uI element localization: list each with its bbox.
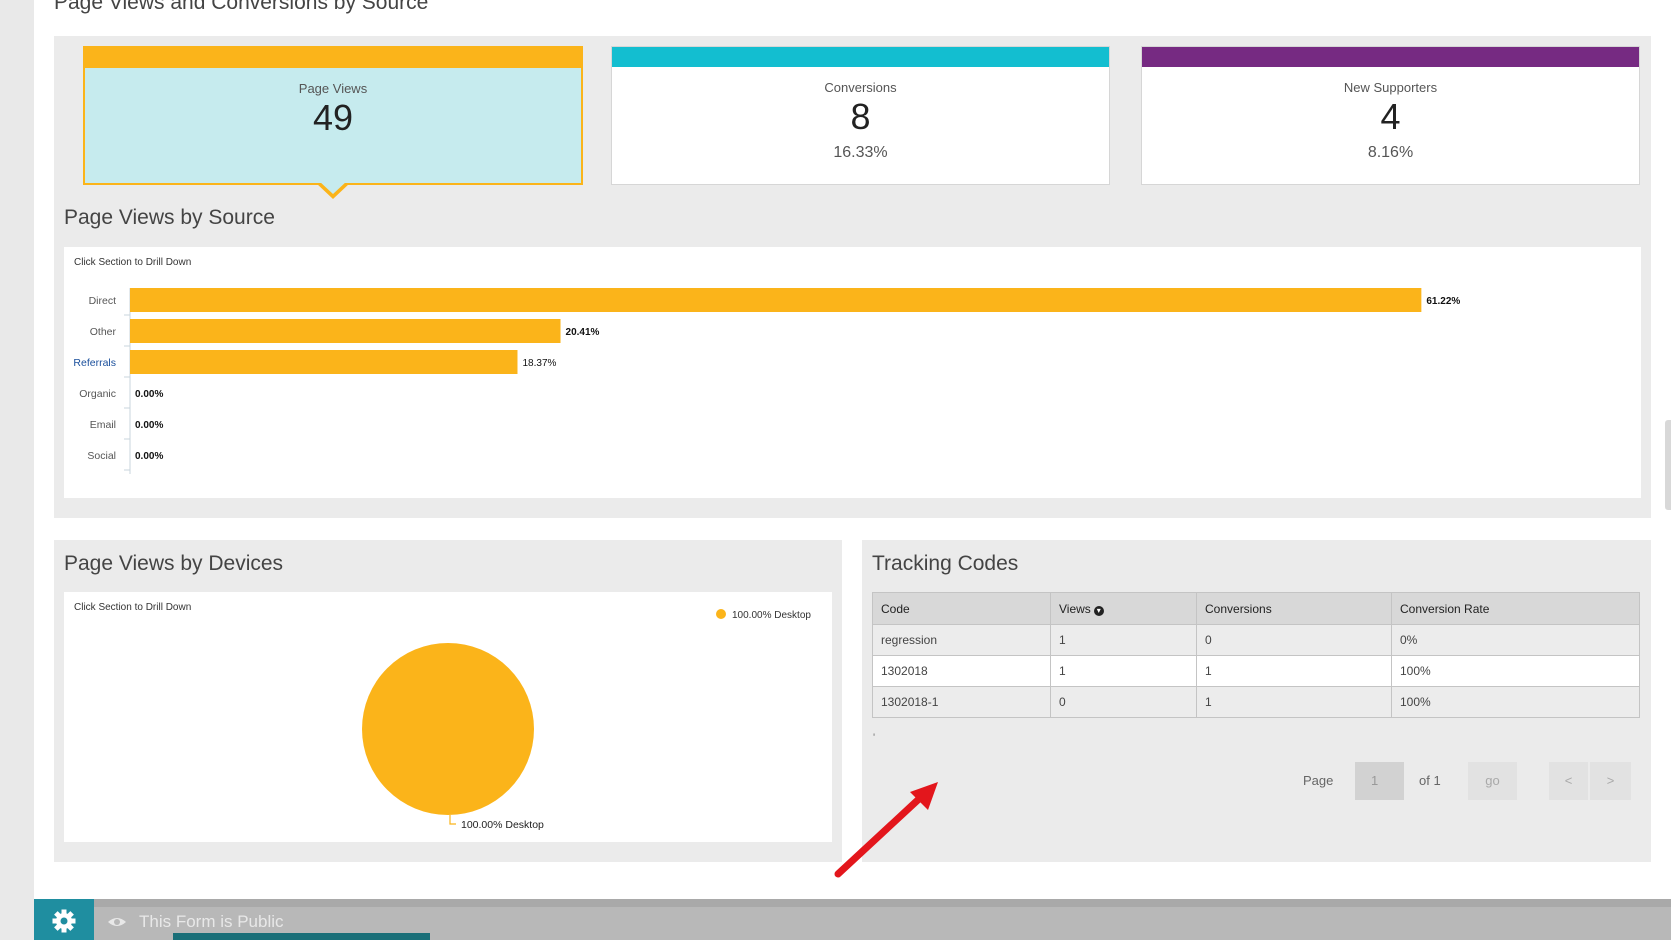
- bar-category-label-email: Email: [90, 419, 116, 431]
- bar-value-label-email: 0.00%: [135, 420, 163, 431]
- devices-chart-title: Page Views by Devices: [64, 552, 284, 575]
- bar-direct: [130, 288, 1422, 312]
- cell-conversion-rate: 100%: [1391, 686, 1640, 718]
- new-supporters-card[interactable]: New Supporters 4 8.16%: [1141, 46, 1640, 185]
- gear-icon: [52, 909, 76, 933]
- col-views-header[interactable]: Views ▾: [1050, 592, 1197, 625]
- col-conversion-rate-label: Conversion Rate: [1400, 601, 1490, 616]
- bar-value-label-organic: 0.00%: [135, 389, 163, 400]
- bar-category-label-direct: Direct: [89, 295, 117, 307]
- tracking-title: Tracking Codes: [872, 552, 1019, 575]
- col-code-header[interactable]: Code: [872, 592, 1051, 625]
- cell-conversions: 1: [1196, 686, 1392, 718]
- conversions-pct: 16.33%: [833, 144, 888, 161]
- col-conversions-label: Conversions: [1205, 601, 1272, 616]
- annotation-arrow: [834, 782, 938, 878]
- scroll-edge-handle[interactable]: [1665, 420, 1671, 510]
- bar-value-label-social: 0.00%: [135, 451, 163, 462]
- bar-value-label-direct: 61.22%: [1426, 296, 1460, 307]
- devices-drill-hint: Click Section to Drill Down: [74, 602, 192, 613]
- left-edge-strip: [0, 0, 34, 940]
- table-row[interactable]: 1302018-1 0 1 100%: [872, 686, 1640, 718]
- table-row[interactable]: regression 1 0 0%: [872, 624, 1640, 656]
- cell-conversion-rate: 100%: [1391, 655, 1640, 687]
- new-supporters-value: 4: [1380, 96, 1401, 137]
- conversions-label: Conversions: [824, 80, 897, 95]
- sort-desc-circle-icon[interactable]: ▾: [1093, 605, 1104, 616]
- pie-label-connector: [449, 815, 456, 825]
- tracking-table: Code Views ▾ Conversions Conversion Rate …: [872, 592, 1640, 718]
- new-supporters-color-bar: [1142, 47, 1639, 67]
- page-number-input[interactable]: 1: [1355, 762, 1404, 800]
- col-conversion-rate-header[interactable]: Conversion Rate: [1391, 592, 1640, 625]
- legend-desktop-label: 100.00% Desktop: [732, 610, 811, 621]
- cell-views: 1: [1050, 655, 1197, 687]
- cell-code: 1302018-1: [872, 686, 1051, 718]
- page-of-label: of 1: [1419, 773, 1441, 788]
- col-conversions-header[interactable]: Conversions: [1196, 592, 1392, 625]
- cell-conversion-rate: 0%: [1391, 624, 1640, 656]
- prev-page-button[interactable]: <: [1549, 762, 1588, 800]
- page-views-value: 49: [312, 97, 354, 138]
- bar-referrals: [130, 350, 518, 374]
- table-row[interactable]: 1302018 1 1 100%: [872, 655, 1640, 687]
- tracking-header-row: Code Views ▾ Conversions Conversion Rate: [872, 592, 1640, 625]
- stray-tick-mark: ': [873, 732, 876, 744]
- next-page-button[interactable]: >: [1590, 762, 1631, 800]
- page-label: Page: [1303, 773, 1334, 788]
- devices-panel: Page Views by Devices Click Section to D…: [54, 540, 842, 862]
- go-button[interactable]: go: [1468, 762, 1517, 800]
- devices-chart-box: Click Section to Drill Down 100.00% Desk…: [64, 592, 832, 842]
- cell-code: regression: [872, 624, 1051, 656]
- tracking-panel: Tracking Codes Code Views ▾ Conversions C…: [862, 540, 1651, 862]
- active-card-pointer: [316, 181, 350, 199]
- col-views-label: Views: [1059, 601, 1091, 616]
- bar-value-label-referrals: 18.37%: [522, 358, 556, 369]
- devices-pie-chart[interactable]: 100.00% Desktop 100.00% Desktop: [64, 592, 832, 842]
- bar-other: [130, 319, 561, 343]
- source-chart-title: Page Views by Source: [64, 206, 275, 229]
- cell-views: 1: [1050, 624, 1197, 656]
- bar-category-label-social: Social: [87, 450, 116, 462]
- bar-category-label-organic: Organic: [79, 388, 116, 400]
- page-views-card[interactable]: Page Views 49: [83, 46, 583, 199]
- footer-accent-bar: [173, 933, 430, 940]
- bar-category-label-referrals: Referrals: [73, 357, 116, 369]
- new-supporters-pct: 8.16%: [1367, 144, 1414, 161]
- form-public-status: This Form is Public: [139, 912, 284, 931]
- page-views-color-bar: [85, 48, 581, 68]
- new-supporters-label: New Supporters: [1343, 80, 1438, 95]
- page-views-label: Page Views: [298, 81, 368, 96]
- pie-slice-label: 100.00% Desktop: [461, 819, 544, 831]
- bar-value-label-other: 20.41%: [566, 327, 600, 338]
- source-chart-box: Click Section to Drill Down Direct 61.22%…: [64, 247, 1641, 498]
- source-panel: Page Views 49 Conversions 8 16.33% New S…: [54, 36, 1651, 518]
- source-drill-hint: Click Section to Drill Down: [74, 257, 192, 268]
- bar-category-label-other: Other: [90, 326, 117, 338]
- conversions-value: 8: [850, 96, 871, 137]
- eye-icon: [108, 918, 126, 926]
- col-code-label: Code: [881, 601, 910, 616]
- pagination: Page 1 of 1 go < >: [862, 762, 1651, 800]
- pie-slice-desktop: [362, 643, 534, 815]
- cell-views: 0: [1050, 686, 1197, 718]
- conversions-card[interactable]: Conversions 8 16.33%: [611, 46, 1110, 185]
- legend-desktop-dot: [716, 609, 726, 619]
- cell-code: 1302018: [872, 655, 1051, 687]
- cell-conversions: 0: [1196, 624, 1392, 656]
- conversions-color-bar: [612, 47, 1109, 67]
- source-bar-chart[interactable]: Direct 61.22% Other 20.41% Referrals 18.37% Or…: [64, 247, 1641, 498]
- page-title: Page Views and Conversions by Source: [54, 0, 429, 14]
- settings-button[interactable]: [34, 899, 94, 940]
- cell-conversions: 1: [1196, 655, 1392, 687]
